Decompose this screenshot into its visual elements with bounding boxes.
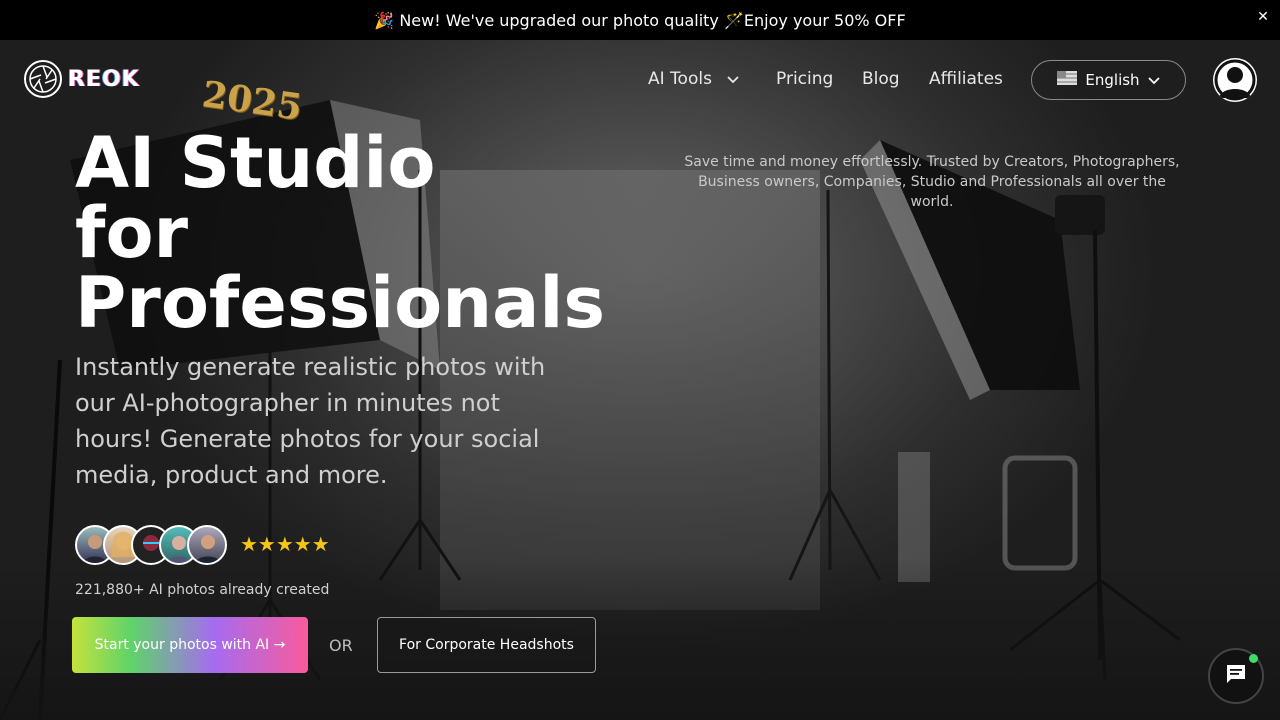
language-selector[interactable]: English <box>1031 60 1186 100</box>
chat-button[interactable] <box>1208 648 1264 704</box>
nav-blog[interactable]: Blog <box>862 69 900 89</box>
page-title: AI Studio for Professionals <box>75 128 605 338</box>
photos-count: 221,880+ AI photos already created <box>75 582 330 598</box>
corporate-headshots-button[interactable]: For Corporate Headshots <box>377 617 596 673</box>
nav-ai-tools[interactable]: AI Tools <box>648 69 739 89</box>
chevron-down-icon <box>1147 71 1160 89</box>
logo[interactable]: REOK <box>24 60 140 98</box>
headline-line: for <box>75 192 189 274</box>
nav-pricing[interactable]: Pricing <box>776 69 833 89</box>
chat-icon <box>1225 663 1247 689</box>
promo-banner-text: 🎉 New! We've upgraded our photo quality … <box>374 10 906 30</box>
headline-line: AI Studio <box>75 122 436 204</box>
online-status-badge <box>1249 654 1258 663</box>
rating-stars: ★★★★★ <box>240 532 330 556</box>
hero-tagline: Save time and money effortlessly. Truste… <box>684 154 1180 210</box>
language-label: English <box>1085 71 1140 89</box>
headline-line: Professionals <box>75 262 605 344</box>
aperture-icon <box>24 60 62 98</box>
start-photos-button[interactable]: Start your photos with AI → <box>72 617 308 673</box>
or-divider: OR <box>329 636 353 655</box>
logo-text: REOK <box>68 66 140 92</box>
customer-avatar <box>187 525 227 565</box>
nav-affiliates[interactable]: Affiliates <box>929 69 1003 89</box>
us-flag-icon <box>1057 71 1078 89</box>
user-avatar-icon[interactable] <box>1213 58 1257 102</box>
hero-subtext: Instantly generate realistic photos with… <box>75 353 546 489</box>
nav-ai-tools-label: AI Tools <box>648 69 712 89</box>
top-navigation: REOK AI Tools Pricing Blog Affiliates En… <box>0 40 1280 120</box>
promo-banner: 🎉 New! We've upgraded our photo quality … <box>0 0 1280 40</box>
close-icon[interactable]: ✕ <box>1252 6 1274 28</box>
chevron-down-icon <box>727 69 739 89</box>
customer-avatars <box>75 525 227 565</box>
